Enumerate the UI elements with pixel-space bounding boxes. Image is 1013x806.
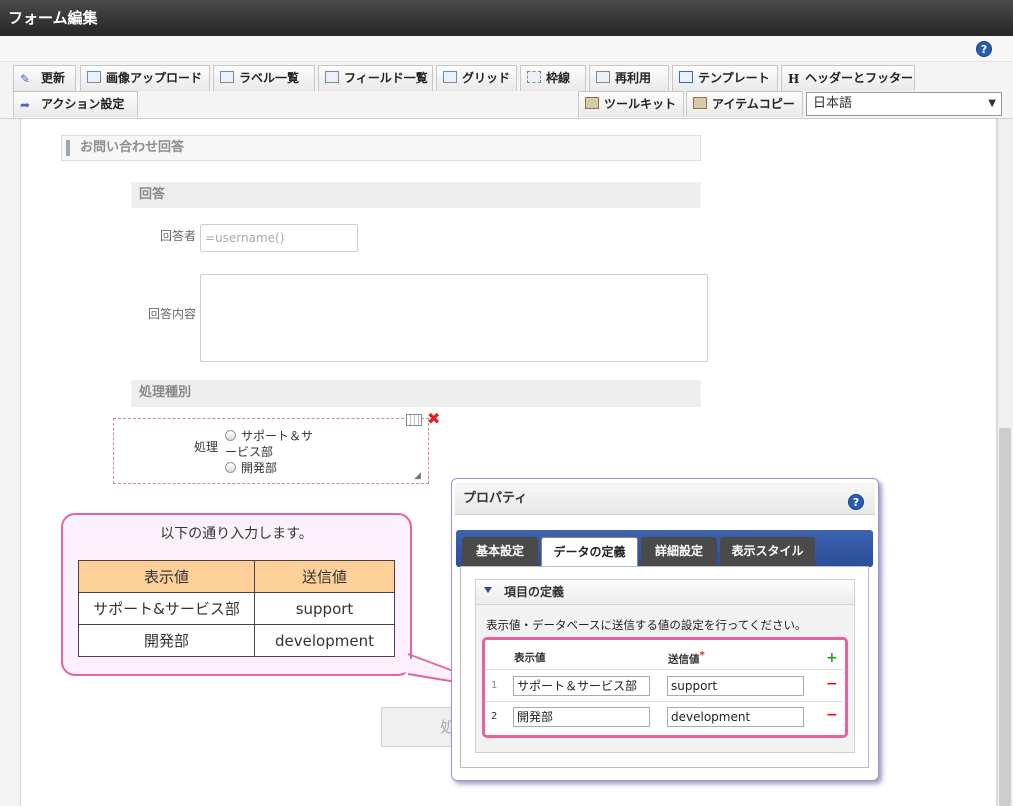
answer-heading: 回答 xyxy=(131,182,701,208)
callout-header-send: 送信値 xyxy=(254,560,395,593)
display-value-input[interactable]: サポート＆サービス部 xyxy=(513,676,650,696)
row-number: 2 xyxy=(491,711,498,722)
radio-icon xyxy=(225,462,236,473)
row-divider xyxy=(486,669,843,670)
tab-data-definition[interactable]: データの定義 xyxy=(541,537,638,568)
callout-header-display: 表示値 xyxy=(78,560,255,593)
col-send-header: 送信値* xyxy=(668,650,705,666)
pen-icon: ✎ xyxy=(20,72,31,86)
tab-basic-settings[interactable]: 基本設定 xyxy=(462,537,538,567)
item-copy-button[interactable]: アイテムコピー xyxy=(686,91,803,117)
remove-row-icon[interactable]: − xyxy=(826,707,838,723)
window-title: フォーム編集 xyxy=(0,0,1013,36)
remove-row-icon[interactable]: − xyxy=(826,676,838,692)
reuse-icon xyxy=(596,71,610,83)
callout-cell: サポート&サービス部 xyxy=(78,592,255,625)
callout-cell: 開発部 xyxy=(78,624,255,657)
border-icon xyxy=(527,71,541,83)
row-divider xyxy=(486,701,843,702)
radio-icon xyxy=(225,430,236,441)
send-value-input[interactable]: development xyxy=(667,707,804,727)
field-list-icon xyxy=(325,71,339,83)
respondent-input[interactable]: =username() xyxy=(200,224,358,252)
template-button[interactable]: テンプレート xyxy=(672,65,778,91)
help-bar: ? xyxy=(0,36,1013,62)
toolkit-button[interactable]: ツールキット xyxy=(578,91,684,117)
radio-option-support[interactable]: サポート＆サ xyxy=(225,427,313,444)
image-upload-button[interactable]: 画像アップロード xyxy=(80,65,210,91)
collapse-triangle-icon[interactable] xyxy=(484,587,492,593)
dialog-title: プロパティ xyxy=(455,483,875,515)
scrollbar-thumb[interactable] xyxy=(999,428,1011,806)
radio-option-development[interactable]: 開発部 xyxy=(225,459,277,476)
chevron-down-icon: ▼ xyxy=(988,98,996,109)
header-footer-icon: H xyxy=(788,72,800,86)
grid-properties-icon[interactable] xyxy=(406,414,422,426)
section-title: お問い合わせ回答 xyxy=(61,135,701,161)
language-select-value: 日本語 xyxy=(813,96,853,111)
add-row-icon[interactable]: + xyxy=(826,650,838,666)
display-value-input[interactable]: 開発部 xyxy=(513,707,650,727)
resize-handle-icon[interactable]: ◢ xyxy=(414,471,421,481)
col-display-header: 表示値 xyxy=(514,652,546,664)
tab-display-style[interactable]: 表示スタイル xyxy=(720,537,815,567)
field-list-button[interactable]: フィールド一覧 xyxy=(318,65,433,91)
callout-cell: support xyxy=(254,592,395,625)
process-button[interactable]: 処 xyxy=(381,707,461,747)
callout-table: 表示値 送信値 サポート&サービス部 support 開発部 developme… xyxy=(78,560,395,657)
process-radio-field[interactable]: 処理 サポート＆サ ービス部 開発部 ◢ xyxy=(113,418,429,484)
process-heading: 処理種別 xyxy=(131,380,701,407)
row-number: 1 xyxy=(491,680,498,691)
callout-title: 以下の通り入力します。 xyxy=(160,526,313,542)
content-label: 回答内容 xyxy=(147,307,196,321)
grid-icon xyxy=(443,71,457,83)
content-textarea[interactable] xyxy=(200,274,708,362)
action-settings-button[interactable]: ➦ アクション設定 xyxy=(13,91,138,117)
send-value-input[interactable]: support xyxy=(667,676,804,696)
reuse-button[interactable]: 再利用 xyxy=(589,65,669,91)
process-label: 処理 xyxy=(194,440,219,454)
action-icon: ➦ xyxy=(20,98,31,112)
template-icon xyxy=(679,71,693,83)
respondent-label: 回答者 xyxy=(159,229,196,243)
help-icon[interactable]: ? xyxy=(976,41,992,57)
image-upload-icon xyxy=(87,71,101,83)
required-mark: * xyxy=(699,650,705,661)
border-button[interactable]: 枠線 xyxy=(520,65,586,91)
tab-detail-settings[interactable]: 詳細設定 xyxy=(641,537,717,567)
callout-cell: development xyxy=(254,624,395,657)
toolkit-icon xyxy=(585,97,599,109)
item-copy-icon xyxy=(693,97,707,109)
dialog-help-icon[interactable]: ? xyxy=(848,494,864,510)
update-button[interactable]: ✎ 更新 xyxy=(13,65,76,91)
label-list-icon xyxy=(220,71,234,83)
item-definition-heading[interactable]: 項目の定義 xyxy=(476,580,854,605)
radio-option-support-cont: ービス部 xyxy=(225,445,274,459)
item-definition-description: 表示値・データベースに送信する値の設定を行ってください。 xyxy=(486,618,807,632)
grid-button[interactable]: グリッド xyxy=(436,65,517,91)
label-list-button[interactable]: ラベル一覧 xyxy=(213,65,315,91)
instruction-callout: 以下の通り入力します。 表示値 送信値 サポート&サービス部 support 開… xyxy=(61,513,412,676)
header-footer-button[interactable]: H ヘッダーとフッター xyxy=(781,65,915,91)
language-select[interactable]: 日本語 ▼ xyxy=(806,92,1002,116)
delete-icon[interactable]: ✖ xyxy=(427,411,440,427)
